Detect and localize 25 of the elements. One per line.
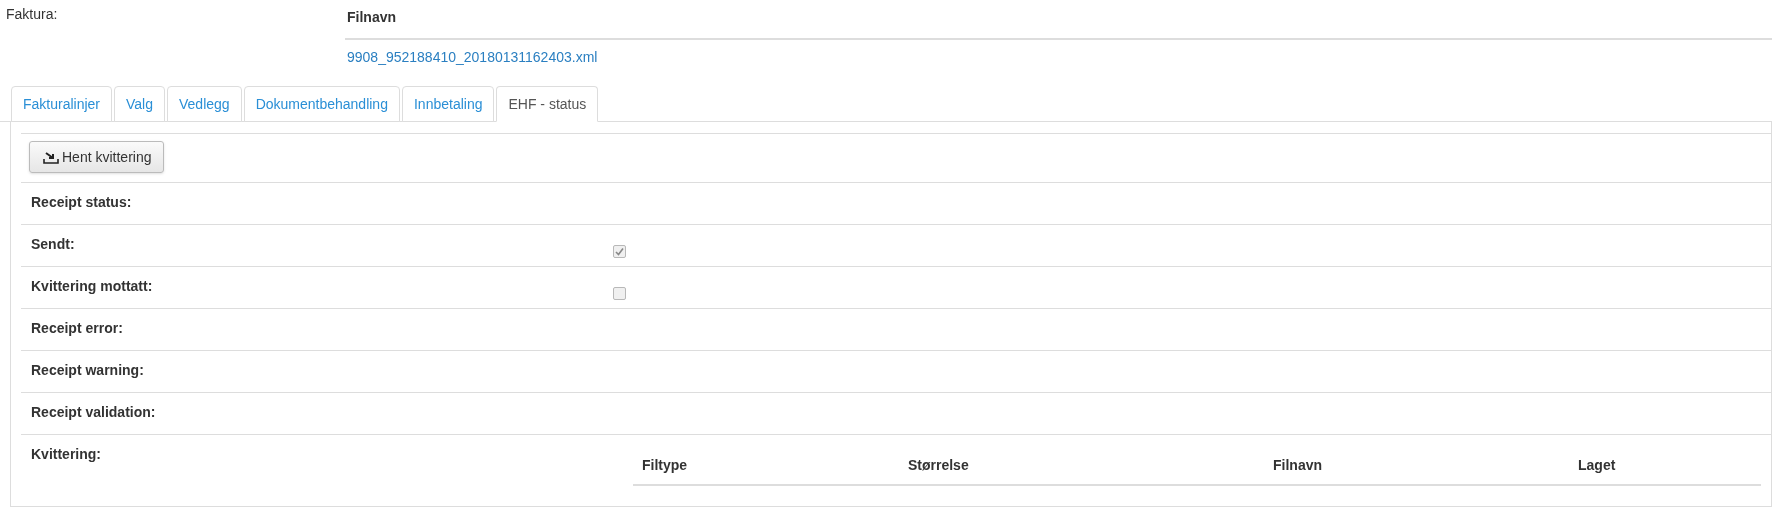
column-header: Laget [1577,456,1617,475]
fetch-receipt-button[interactable]: Hent kvittering [29,141,165,173]
checkbox[interactable] [613,245,626,258]
field-label: Receipt validation: [31,403,156,422]
tab[interactable]: Dokumentbehandling [243,86,400,122]
column-header: Filnavn [1272,456,1323,475]
column-header: Filnavn [347,8,396,27]
invoice-label: Faktura: [5,5,59,24]
field-label: Receipt error: [31,319,123,338]
file-link[interactable]: 9908_952188410_20180131162403.xml [347,49,598,65]
field-label: Sendt: [31,235,75,254]
check-icon [615,247,624,256]
tab[interactable]: EHF - status [496,86,599,122]
field-label: Receipt status: [31,193,132,212]
tab[interactable]: Valg [114,86,165,122]
tab[interactable]: Innbetaling [401,86,495,122]
column-header: Størrelse [907,456,970,475]
field-label: Kvittering mottatt: [31,277,153,296]
column-header: Filtype [641,456,689,475]
field-label: Kvittering: [31,445,101,464]
checkbox[interactable] [613,287,626,300]
download-tray-icon [42,150,60,164]
tab[interactable]: Fakturalinjer [11,86,113,122]
tab[interactable]: Vedlegg [167,86,242,122]
field-label: Receipt warning: [31,361,144,380]
